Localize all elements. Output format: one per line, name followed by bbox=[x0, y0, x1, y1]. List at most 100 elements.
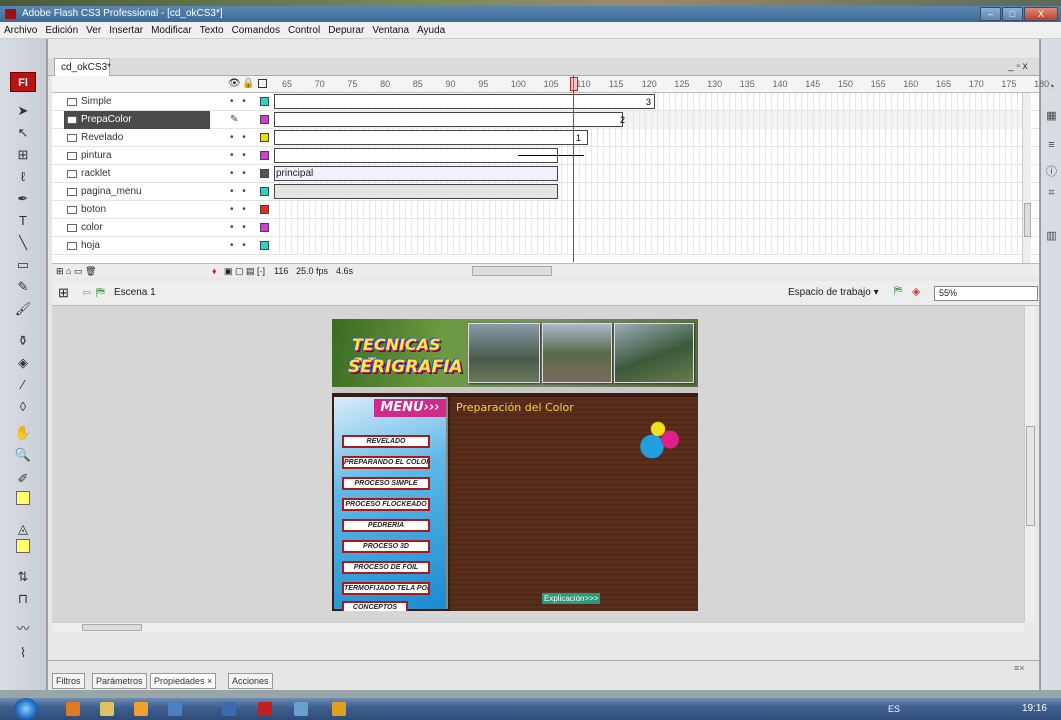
layer-name[interactable]: pintura bbox=[64, 147, 210, 165]
smooth-icon[interactable]: 〰 bbox=[12, 619, 34, 639]
panel-options-icon[interactable]: ≡× bbox=[1014, 663, 1025, 673]
menu-edicion[interactable]: Edición bbox=[45, 25, 78, 36]
lasso-tool-icon[interactable]: ℓ bbox=[12, 167, 34, 187]
layer-row[interactable]: racklet • • principal bbox=[52, 165, 1039, 183]
layer-row[interactable]: boton • • bbox=[52, 201, 1039, 219]
document-window-controls[interactable]: _ ▫ x bbox=[1008, 58, 1028, 76]
menu-depurar[interactable]: Depurar bbox=[328, 25, 364, 36]
tab-parametros[interactable]: Parámetros bbox=[92, 673, 147, 689]
layer-frames[interactable]: 3 bbox=[274, 93, 1028, 111]
layer-row[interactable]: pintura • • bbox=[52, 147, 1039, 165]
flash-taskbar-icon[interactable] bbox=[258, 702, 272, 716]
ink-bottle-tool-icon[interactable]: ⚱ bbox=[12, 331, 34, 351]
lock-icon[interactable]: 🔒 bbox=[242, 78, 254, 89]
browser-icon[interactable] bbox=[134, 702, 148, 716]
paint-bucket-tool-icon[interactable]: ◈ bbox=[12, 353, 34, 373]
layer-tools-icon[interactable]: ⊞ ⌂ ▭ 🗑 bbox=[56, 264, 96, 278]
menu-control[interactable]: Control bbox=[288, 25, 320, 36]
frame-span[interactable] bbox=[274, 184, 558, 199]
layer-visibility-dots[interactable]: • • bbox=[230, 165, 249, 183]
align-panel-icon[interactable]: ≡ bbox=[1044, 139, 1059, 153]
frame-span[interactable] bbox=[274, 94, 655, 109]
layer-visibility-dots[interactable]: • • bbox=[230, 183, 249, 201]
layer-outline-color[interactable] bbox=[260, 97, 269, 106]
workspace-menu[interactable]: Espacio de trabajo ▾ bbox=[788, 287, 879, 298]
layer-name[interactable]: Revelado bbox=[64, 129, 210, 147]
rectangle-tool-icon[interactable]: ▭ bbox=[12, 255, 34, 275]
layer-frames[interactable]: 1 bbox=[274, 129, 1028, 147]
center-frame-icon[interactable]: ♦ bbox=[212, 264, 217, 278]
layer-frames[interactable] bbox=[274, 201, 1028, 219]
layer-outline-color[interactable] bbox=[260, 223, 269, 232]
taskbar-app-icon[interactable] bbox=[294, 702, 308, 716]
layer-name[interactable]: hoja bbox=[64, 237, 210, 255]
menu-comandos[interactable]: Comandos bbox=[232, 25, 280, 36]
tab-acciones[interactable]: Acciones bbox=[228, 673, 273, 689]
layer-outline-color[interactable] bbox=[260, 151, 269, 160]
straighten-icon[interactable]: ⌇ bbox=[12, 643, 34, 663]
zoom-tool-icon[interactable]: 🔍 bbox=[12, 445, 34, 465]
layer-row[interactable]: Simple • • 3 bbox=[52, 93, 1039, 111]
back-arrow-icon[interactable]: ⇦ bbox=[82, 286, 91, 299]
layer-row[interactable]: PrepaColor ✎ 2 bbox=[52, 111, 1039, 129]
layer-outline-color[interactable] bbox=[260, 169, 269, 178]
snap-icon[interactable]: ⊓ bbox=[12, 589, 34, 609]
fill-color-icon[interactable]: ◬ bbox=[12, 519, 34, 539]
transform-panel-icon[interactable]: ⌗ bbox=[1044, 187, 1059, 201]
layer-row[interactable]: Revelado • • 1 bbox=[52, 129, 1039, 147]
swatches-panel-icon[interactable]: ▦ bbox=[1044, 109, 1059, 123]
menu-button-preparando[interactable]: PREPARANDO EL COLOR bbox=[342, 456, 430, 469]
layer-row[interactable]: pagina_menu • • bbox=[52, 183, 1039, 201]
layer-visibility-dots[interactable]: • • bbox=[230, 93, 249, 111]
stage-canvas[interactable]: TECNICAS DE SERIGRAFIA MENU››› REVELADO … bbox=[332, 319, 698, 611]
stage-h-scrollbar[interactable] bbox=[52, 622, 1024, 632]
edit-scene-icon[interactable]: ⛿ bbox=[894, 285, 902, 298]
menu-button-revelado[interactable]: REVELADO bbox=[342, 435, 430, 448]
layer-frames[interactable] bbox=[274, 237, 1028, 255]
maximize-button[interactable]: □ bbox=[1002, 7, 1023, 21]
hand-tool-icon[interactable]: ✋ bbox=[12, 423, 34, 443]
layer-name[interactable]: boton bbox=[64, 201, 210, 219]
layer-outline-color[interactable] bbox=[260, 187, 269, 196]
menu-ventana[interactable]: Ventana bbox=[372, 25, 409, 36]
start-button[interactable] bbox=[14, 698, 38, 720]
brush-tool-icon[interactable]: 🖌 bbox=[12, 299, 34, 319]
frame-span[interactable] bbox=[274, 112, 623, 127]
eye-icon[interactable]: 👁 bbox=[228, 78, 241, 89]
folder-icon[interactable] bbox=[100, 702, 114, 716]
menu-archivo[interactable]: Archivo bbox=[4, 25, 37, 36]
line-tool-icon[interactable]: ╲ bbox=[12, 233, 34, 253]
layer-row[interactable]: hoja • • bbox=[52, 237, 1039, 255]
menu-button-termofijado[interactable]: TERMOFIJADO TELA POLAR bbox=[342, 582, 430, 595]
photoshop-icon[interactable] bbox=[222, 702, 236, 716]
frame-span[interactable] bbox=[274, 148, 558, 163]
stroke-color-icon[interactable]: ✐ bbox=[12, 469, 34, 489]
layer-frames[interactable] bbox=[274, 147, 1028, 165]
language-indicator[interactable]: ES bbox=[888, 698, 900, 720]
layer-outline-color[interactable] bbox=[260, 205, 269, 214]
layer-frames[interactable] bbox=[274, 219, 1028, 237]
free-transform-tool-icon[interactable]: ⊞ bbox=[12, 145, 34, 165]
layer-name[interactable]: color bbox=[64, 219, 210, 237]
taskbar-app-icon[interactable] bbox=[66, 702, 80, 716]
frame-span[interactable]: principal bbox=[274, 166, 558, 181]
eyedropper-tool-icon[interactable]: ⁄ bbox=[12, 375, 34, 395]
layer-frames[interactable] bbox=[274, 183, 1028, 201]
timeline-h-scrollbar[interactable] bbox=[472, 266, 552, 276]
menu-button-simple[interactable]: PROCESO SIMPLE bbox=[342, 477, 430, 490]
layer-outline-color[interactable] bbox=[260, 115, 269, 124]
layer-frames[interactable]: 2 bbox=[274, 111, 1028, 129]
illustrator-icon[interactable] bbox=[332, 702, 346, 716]
swap-colors-icon[interactable]: ⇅ bbox=[12, 567, 34, 587]
menu-button-flockeado[interactable]: PROCESO FLOCKEADO bbox=[342, 498, 430, 511]
onion-skin-icon[interactable]: ▣ ▢ ▤ [·] bbox=[224, 264, 265, 278]
fill-color-swatch[interactable] bbox=[16, 539, 30, 553]
edit-symbol-icon[interactable]: ◈ bbox=[912, 285, 920, 298]
document-tab[interactable]: cd_okCS3* bbox=[54, 58, 111, 76]
outline-icon[interactable] bbox=[258, 79, 267, 88]
menu-button-foil[interactable]: PROCESO DE FOIL bbox=[342, 561, 430, 574]
eraser-tool-icon[interactable]: ◊ bbox=[12, 397, 34, 417]
menu-texto[interactable]: Texto bbox=[200, 25, 224, 36]
menu-button-conceptos[interactable]: CONCEPTOS bbox=[342, 601, 408, 611]
layer-name[interactable]: Simple bbox=[64, 93, 210, 111]
